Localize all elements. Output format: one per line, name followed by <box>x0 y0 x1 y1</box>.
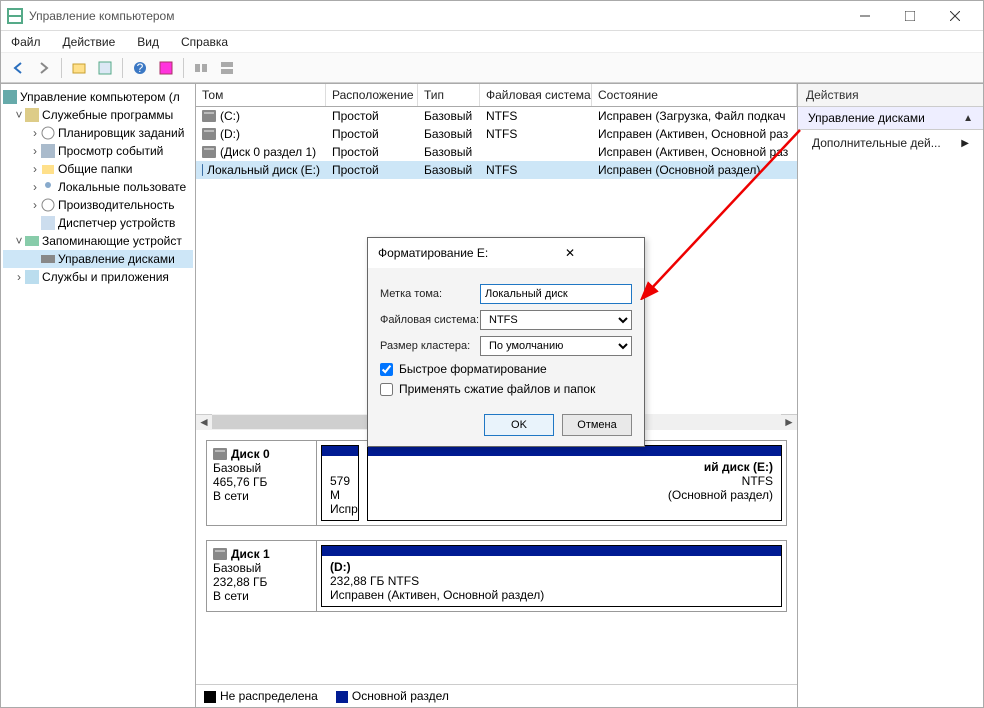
computer-icon <box>3 90 17 104</box>
toolbar-icon-5[interactable] <box>216 57 238 79</box>
device-icon <box>41 216 55 230</box>
cancel-button[interactable]: Отмена <box>562 414 632 436</box>
menu-help[interactable]: Справка <box>177 33 232 51</box>
toolbar-icon-1[interactable] <box>68 57 90 79</box>
tree-shared-folders[interactable]: ›Общие папки <box>3 160 193 178</box>
compress-checkbox[interactable] <box>380 383 393 396</box>
close-button[interactable] <box>932 2 977 30</box>
help-icon[interactable]: ? <box>129 57 151 79</box>
disk0-partition-1[interactable]: 579 МИспр <box>321 445 359 521</box>
tree-services[interactable]: ›Службы и приложения <box>3 268 193 286</box>
volume-icon <box>202 110 216 122</box>
table-row[interactable]: (D:) ПростойБазовыйNTFSИсправен (Активен… <box>196 125 797 143</box>
dialog-title: Форматирование E: <box>378 246 506 260</box>
disk1-partition-d[interactable]: (D:)232,88 ГБ NTFSИсправен (Активен, Осн… <box>321 545 782 607</box>
toolbar-icon-4[interactable] <box>190 57 212 79</box>
volume-icon <box>202 164 203 176</box>
perf-icon <box>41 198 55 212</box>
forward-button[interactable] <box>33 57 55 79</box>
table-row[interactable]: Локальный диск (E:) ПростойБазовыйNTFSИс… <box>196 161 797 179</box>
tree-panel: Управление компьютером (л ˅Служебные про… <box>1 84 196 707</box>
tree-performance[interactable]: ›Производительность <box>3 196 193 214</box>
tree-device-manager[interactable]: Диспетчер устройств <box>3 214 193 232</box>
tree-task-scheduler[interactable]: ›Планировщик заданий <box>3 124 193 142</box>
disk-mgmt-icon <box>41 252 55 266</box>
disk-icon <box>213 448 227 460</box>
chevron-right-icon: ▶ <box>961 138 969 149</box>
legend-unalloc-icon <box>204 691 216 703</box>
window-title: Управление компьютером <box>29 9 842 23</box>
dialog-close-button[interactable]: ✕ <box>506 246 634 260</box>
actions-category[interactable]: Управление дисками▲ <box>798 107 983 130</box>
folder-icon <box>41 162 55 176</box>
cluster-label: Размер кластера: <box>380 340 480 352</box>
disk-icon <box>213 548 227 560</box>
legend: Не распределена Основной раздел <box>196 684 797 707</box>
toolbar: ? <box>1 53 983 83</box>
disk-map: Диск 0 Базовый465,76 ГБВ сети 579 МИспр … <box>196 430 797 685</box>
legend-unalloc-label: Не распределена <box>220 689 318 703</box>
minimize-button[interactable] <box>842 2 887 30</box>
format-dialog: Форматирование E: ✕ Метка тома: Файловая… <box>367 237 645 447</box>
volume-icon <box>202 146 216 158</box>
volume-table: (C:) ПростойБазовыйNTFSИсправен (Загрузк… <box>196 107 797 179</box>
legend-primary-icon <box>336 691 348 703</box>
actions-more-link[interactable]: Дополнительные дей...▶ <box>798 130 983 156</box>
storage-icon <box>25 234 39 248</box>
back-button[interactable] <box>7 57 29 79</box>
tree-local-users[interactable]: ›Локальные пользовате <box>3 178 193 196</box>
toolbar-icon-3[interactable] <box>155 57 177 79</box>
event-icon <box>41 144 55 158</box>
scroll-right-icon[interactable]: ► <box>781 414 797 430</box>
cluster-size-select[interactable]: По умолчанию <box>480 336 632 356</box>
scroll-left-icon[interactable]: ◄ <box>196 414 212 430</box>
table-row[interactable]: (C:) ПростойБазовыйNTFSИсправен (Загрузк… <box>196 107 797 125</box>
disk1-label[interactable]: Диск 1 Базовый232,88 ГБВ сети <box>207 541 317 611</box>
filesystem-select[interactable]: NTFS <box>480 310 632 330</box>
table-header: Том Расположение Тип Файловая система Со… <box>196 84 797 107</box>
app-icon <box>7 8 23 24</box>
maximize-button[interactable] <box>887 2 932 30</box>
quick-format-checkbox[interactable] <box>380 363 393 376</box>
quick-format-label: Быстрое форматирование <box>399 362 547 376</box>
wrench-icon <box>25 108 39 122</box>
compress-label: Применять сжатие файлов и папок <box>399 382 595 396</box>
filesystem-label: Файловая система: <box>380 314 480 326</box>
col-fs[interactable]: Файловая система <box>480 84 592 106</box>
menubar: Файл Действие Вид Справка <box>1 31 983 53</box>
actions-header: Действия <box>798 84 983 107</box>
collapse-icon: ▲ <box>963 113 973 124</box>
menu-action[interactable]: Действие <box>59 33 120 51</box>
actions-panel: Действия Управление дисками▲ Дополнитель… <box>798 84 983 707</box>
menu-view[interactable]: Вид <box>133 33 163 51</box>
svg-text:?: ? <box>137 61 144 75</box>
legend-primary-label: Основной раздел <box>352 689 449 703</box>
disk1-block: Диск 1 Базовый232,88 ГБВ сети (D:)232,88… <box>206 540 787 612</box>
disk0-block: Диск 0 Базовый465,76 ГБВ сети 579 МИспр … <box>206 440 787 526</box>
col-state[interactable]: Состояние <box>592 84 797 106</box>
col-tom[interactable]: Том <box>196 84 326 106</box>
services-icon <box>25 270 39 284</box>
volume-label: Метка тома: <box>380 288 480 300</box>
tree-system-tools[interactable]: ˅Служебные программы <box>3 106 193 124</box>
toolbar-icon-2[interactable] <box>94 57 116 79</box>
titlebar: Управление компьютером <box>1 1 983 31</box>
clock-icon <box>41 126 55 140</box>
menu-file[interactable]: Файл <box>7 33 45 51</box>
volume-label-input[interactable] <box>480 284 632 304</box>
ok-button[interactable]: OK <box>484 414 554 436</box>
dialog-titlebar: Форматирование E: ✕ <box>368 238 644 268</box>
table-row[interactable]: (Диск 0 раздел 1) ПростойБазовыйИсправен… <box>196 143 797 161</box>
tree-storage[interactable]: ˅Запоминающие устройст <box>3 232 193 250</box>
col-tip[interactable]: Тип <box>418 84 480 106</box>
disk0-label[interactable]: Диск 0 Базовый465,76 ГБВ сети <box>207 441 317 525</box>
volume-icon <box>202 128 216 140</box>
tree-disk-management[interactable]: Управление дисками <box>3 250 193 268</box>
users-icon <box>41 180 55 194</box>
tree-event-viewer[interactable]: ›Просмотр событий <box>3 142 193 160</box>
tree-root[interactable]: Управление компьютером (л <box>3 88 193 106</box>
col-rasp[interactable]: Расположение <box>326 84 418 106</box>
disk0-partition-e[interactable]: ий диск (E:)NTFS(Основной раздел) <box>367 445 782 521</box>
